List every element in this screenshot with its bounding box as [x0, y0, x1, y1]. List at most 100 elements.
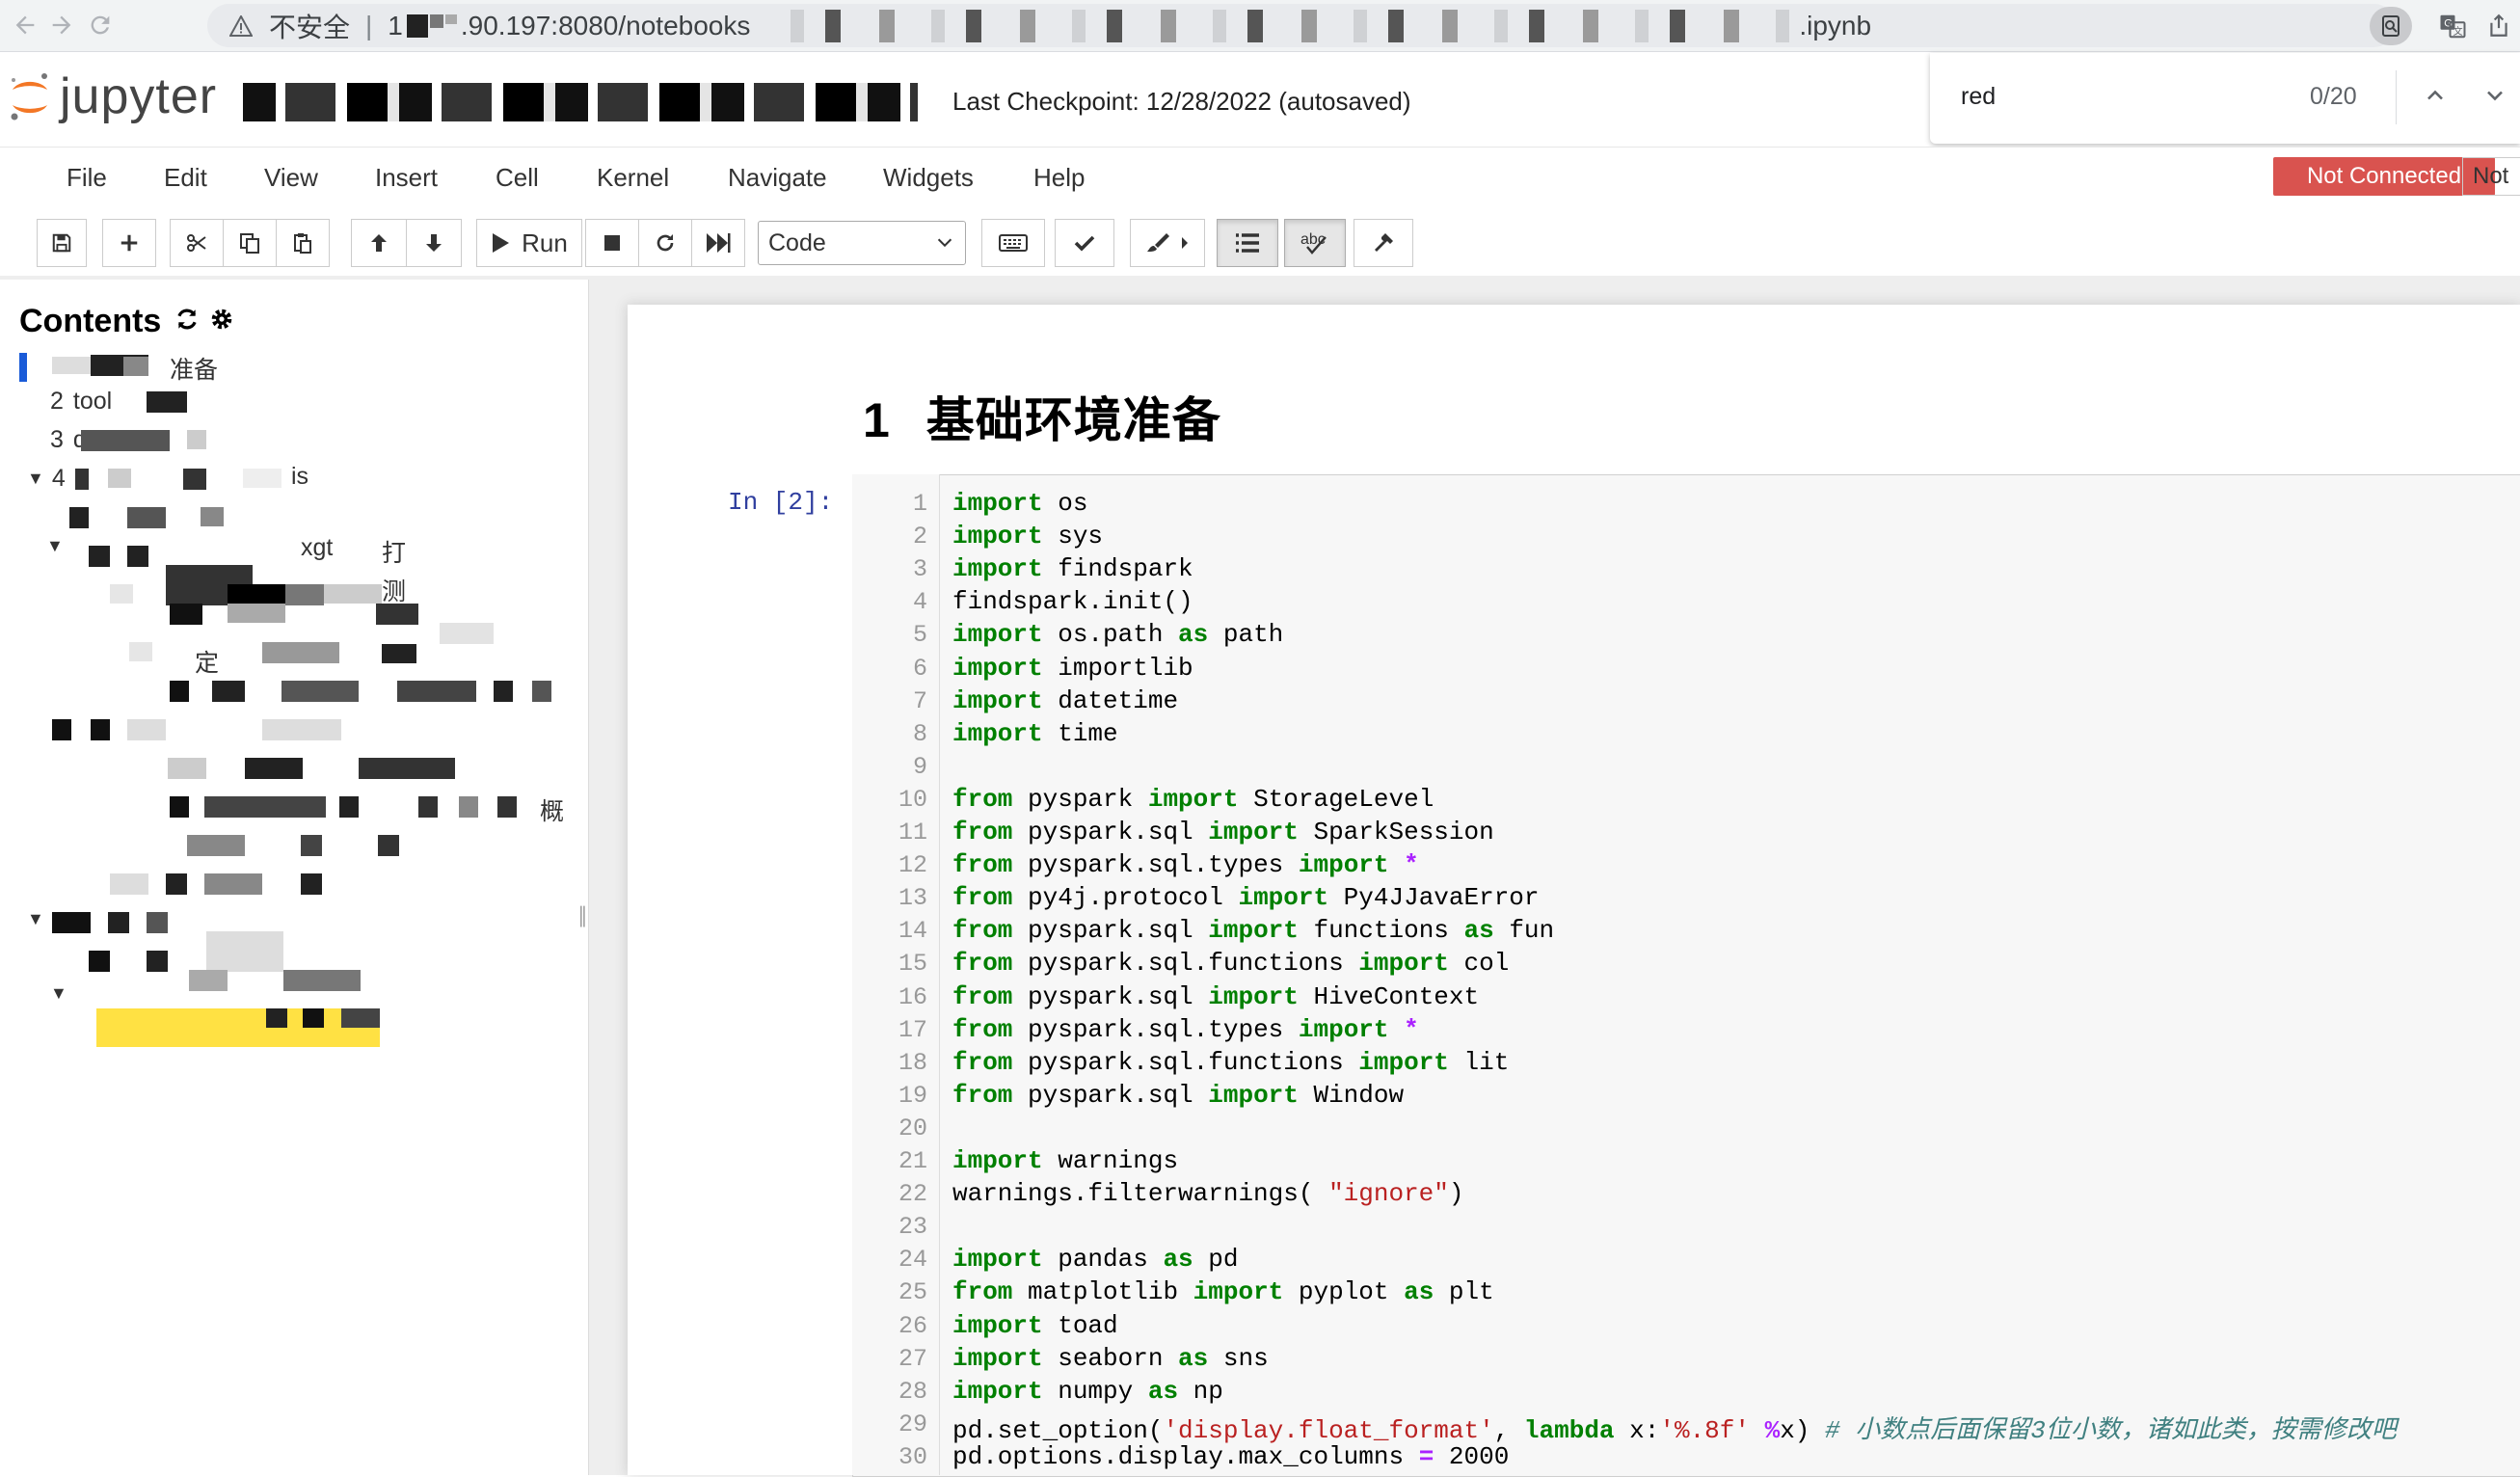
line-number: 26	[898, 1312, 927, 1340]
hammer-icon	[1375, 233, 1393, 252]
plus-icon	[121, 234, 138, 252]
svg-text:abc: abc	[1300, 231, 1326, 248]
run-button[interactable]: Run	[476, 219, 582, 267]
cut-button[interactable]	[170, 219, 224, 267]
line-number: 27	[898, 1345, 927, 1373]
line-number: 3	[912, 555, 927, 583]
code-token: import	[1178, 1277, 1284, 1306]
line-number: 6	[912, 655, 927, 683]
jupyter-logo[interactable]: jupyter	[8, 67, 217, 125]
code-token: fun	[1493, 916, 1555, 945]
code-token: from	[952, 785, 1013, 814]
toc-item-4[interactable]: ▼ 4	[27, 465, 66, 493]
toc-item-1[interactable]: 准备	[170, 351, 218, 386]
code-token: time	[1042, 719, 1118, 748]
move-down-button[interactable]	[406, 219, 462, 267]
code-token: pd.set_option(	[952, 1416, 1164, 1445]
restart-run-all-button[interactable]	[691, 219, 745, 267]
code-token: as	[1448, 916, 1494, 945]
chevron-up-icon[interactable]	[2422, 82, 2449, 114]
code-token: as	[1163, 1344, 1209, 1373]
code-token: import	[1193, 1081, 1299, 1110]
code-line: import toad	[952, 1311, 1118, 1340]
code-token: import	[1133, 785, 1239, 814]
code-token: pyspark.sql.functions	[1012, 949, 1344, 978]
menu-widgets[interactable]: Widgets	[883, 163, 974, 193]
format-code-button[interactable]	[1130, 219, 1205, 267]
insert-cell-button[interactable]	[102, 219, 156, 267]
menu-kernel[interactable]: Kernel	[597, 163, 669, 193]
menu-cell[interactable]: Cell	[496, 163, 539, 193]
code-token: findspark	[1042, 554, 1193, 583]
gear-icon[interactable]	[209, 303, 234, 340]
code-line: from pyspark.sql import Window	[952, 1081, 1404, 1110]
move-up-button[interactable]	[351, 219, 407, 267]
toc-fragment: 打	[382, 540, 407, 567]
code-token: import	[952, 1311, 1043, 1340]
spellcheck-button[interactable]: abc	[1284, 219, 1346, 267]
code-line: from pyspark.sql.types import *	[952, 1015, 1419, 1044]
notebook-name-redacted[interactable]	[243, 83, 918, 121]
address-bar[interactable]: 不安全 | 1 .90.197:8080/notebooks .ipynb	[207, 4, 2396, 47]
caret-down-icon[interactable]: ▼	[27, 469, 44, 489]
caret-down-icon[interactable]: ▼	[27, 909, 44, 929]
interrupt-button[interactable]	[585, 219, 639, 267]
line-number: 7	[912, 687, 927, 715]
svg-text:G: G	[2444, 18, 2453, 30]
line-number: 4	[912, 588, 927, 616]
caret-down-icon[interactable]: ▼	[46, 536, 64, 556]
code-token: lit	[1448, 1048, 1510, 1077]
command-palette-button[interactable]	[981, 219, 1045, 267]
toc-active-marker	[19, 353, 27, 382]
back-icon[interactable]	[8, 8, 42, 42]
jupyter-wordmark: jupyter	[60, 68, 218, 124]
validate-button[interactable]	[1055, 219, 1114, 267]
toc-toggle-button[interactable]	[1217, 219, 1278, 267]
save-icon	[52, 233, 71, 253]
menu-view[interactable]: View	[264, 163, 318, 193]
code-token: pyspark.sql.types	[1012, 1015, 1284, 1044]
forward-icon[interactable]	[44, 8, 79, 42]
find-in-page-icon[interactable]	[2370, 7, 2412, 45]
paste-button[interactable]	[276, 219, 330, 267]
reload-icon[interactable]	[83, 8, 118, 42]
code-token: import	[1222, 883, 1329, 912]
code-token: =	[1418, 1442, 1434, 1471]
menu-help[interactable]: Help	[1033, 163, 1085, 193]
menu-insert[interactable]: Insert	[375, 163, 438, 193]
line-number: 25	[898, 1278, 927, 1306]
toc-item-label: tool	[72, 388, 113, 415]
menu-navigate[interactable]: Navigate	[728, 163, 827, 193]
find-divider	[2396, 70, 2397, 124]
code-line: from pyspark.sql.types import *	[952, 850, 1419, 879]
chevron-down-icon[interactable]	[2481, 82, 2508, 114]
code-token: '%.8f'	[1659, 1416, 1750, 1445]
menu-file[interactable]: File	[67, 163, 107, 193]
share-icon[interactable]	[2480, 7, 2518, 45]
code-token: from	[952, 818, 1013, 846]
translate-icon[interactable]: G文	[2433, 7, 2472, 45]
save-button[interactable]	[37, 219, 87, 267]
chevron-down-icon	[934, 231, 955, 259]
find-query-input[interactable]: red	[1961, 83, 1996, 111]
cell-type-select[interactable]: Code	[758, 221, 966, 265]
code-token: as	[1163, 620, 1209, 649]
toc-item-2[interactable]: 2 tool	[50, 388, 112, 416]
code-token: import	[1283, 1015, 1389, 1044]
warning-icon	[227, 12, 255, 40]
toc-fragment: 定	[195, 650, 220, 677]
restart-button[interactable]	[638, 219, 692, 267]
code-line: from pyspark.sql import HiveContext	[952, 982, 1479, 1011]
caret-down-icon[interactable]: ▼	[50, 983, 67, 1004]
sidebar-resize-handle[interactable]: ║	[576, 906, 589, 926]
refresh-icon[interactable]	[174, 303, 200, 340]
code-token: import	[1343, 949, 1449, 978]
toc-item-4-label: is	[291, 463, 309, 490]
extensions-button[interactable]	[1354, 219, 1413, 267]
code-line: from pyspark.sql import SparkSession	[952, 818, 1494, 846]
last-checkpoint: Last Checkpoint: 12/28/2022 (autosaved)	[952, 87, 1411, 116]
copy-button[interactable]	[223, 219, 277, 267]
line-number: 15	[898, 950, 927, 978]
menu-edit[interactable]: Edit	[164, 163, 207, 193]
line-number: 1	[912, 490, 927, 518]
